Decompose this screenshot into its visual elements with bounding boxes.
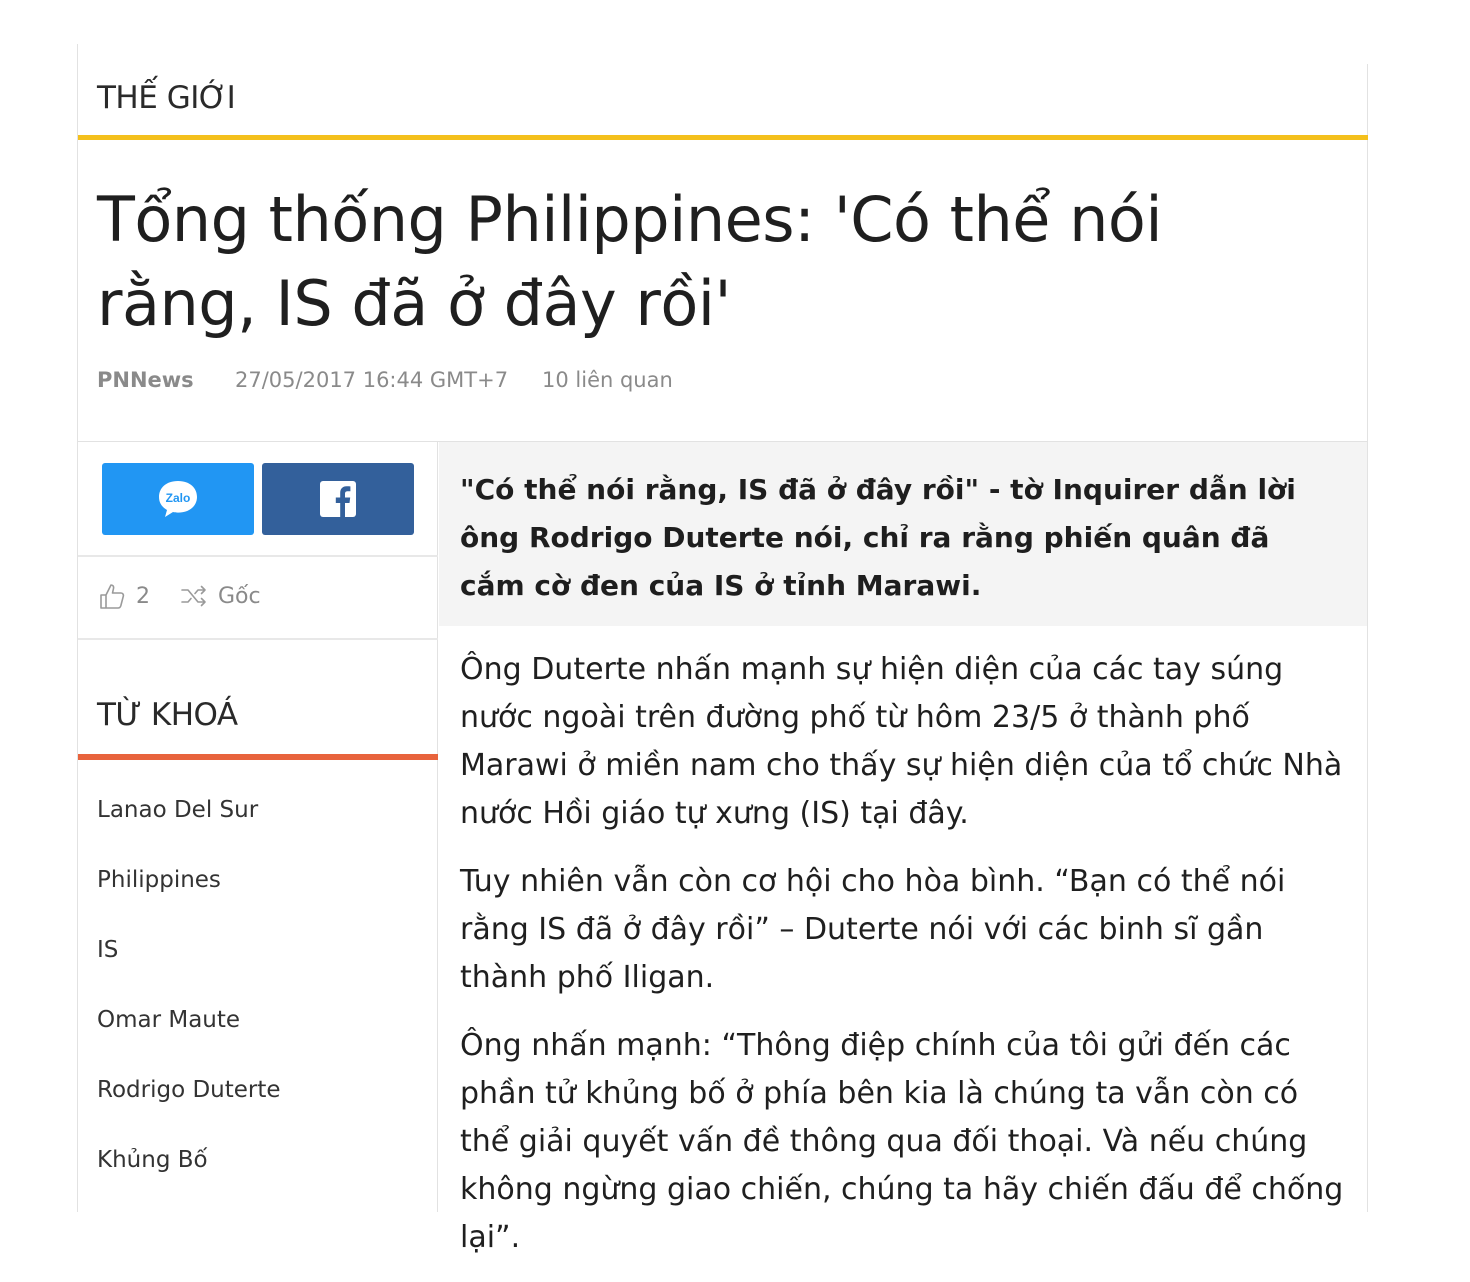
keywords-title: TỪ KHOÁ <box>97 697 238 733</box>
share-facebook-button[interactable] <box>262 463 414 535</box>
original-source-link[interactable]: Gốc <box>180 582 261 610</box>
section-title[interactable]: THẾ GIỚI <box>97 80 236 116</box>
article-date: 27/05/2017 16:44 GMT+7 <box>235 368 509 392</box>
keywords-underline <box>78 754 438 760</box>
lede-text: "Có thể nói rằng, IS đã ở đây rồi" - tờ … <box>460 473 1296 602</box>
sidebar-divider <box>78 638 438 640</box>
keyword-link[interactable]: Philippines <box>97 861 281 931</box>
facebook-icon <box>320 481 356 517</box>
keyword-link[interactable]: Rodrigo Duterte <box>97 1071 281 1141</box>
keywords-list: Lanao Del Sur Philippines IS Omar Maute … <box>97 791 281 1211</box>
sidebar-divider <box>78 555 438 557</box>
article-sidebar: Zalo 2 Gốc TỪ KHOÁ Lanao Del Sur Philipp… <box>78 442 438 1212</box>
keyword-link[interactable]: IS <box>97 931 281 1001</box>
keyword-link[interactable]: Omar Maute <box>97 1001 281 1071</box>
section-header: THẾ GIỚI <box>78 76 1368 140</box>
zalo-icon: Zalo <box>159 481 197 517</box>
like-button[interactable]: 2 <box>98 582 150 610</box>
body-paragraph: Ông Duterte nhấn mạnh sự hiện diện của c… <box>460 652 1343 831</box>
related-count-link[interactable]: 10 liên quan <box>542 368 673 392</box>
article-body: Ông Duterte nhấn mạnh sự hiện diện của c… <box>460 646 1350 1282</box>
like-count: 2 <box>136 583 150 609</box>
article-headline: Tổng thống Philippines: 'Có thể nói rằng… <box>97 183 1163 340</box>
frame-right-border <box>1367 64 1368 1212</box>
original-label: Gốc <box>218 583 261 609</box>
share-zalo-button[interactable]: Zalo <box>102 463 254 535</box>
article-lede: "Có thể nói rằng, IS đã ở đây rồi" - tờ … <box>439 442 1367 626</box>
keyword-link[interactable]: Khủng Bố <box>97 1141 281 1211</box>
body-paragraph: Tuy nhiên vẫn còn cơ hội cho hòa bình. “… <box>460 864 1286 995</box>
shuffle-icon <box>181 585 206 607</box>
body-paragraph: Ông nhấn mạnh: “Thông điệp chính của tôi… <box>460 1028 1344 1255</box>
article-source[interactable]: PNNews <box>97 368 194 392</box>
thumbs-up-icon <box>100 584 125 609</box>
zalo-label: Zalo <box>166 491 191 505</box>
keyword-link[interactable]: Lanao Del Sur <box>97 791 281 861</box>
